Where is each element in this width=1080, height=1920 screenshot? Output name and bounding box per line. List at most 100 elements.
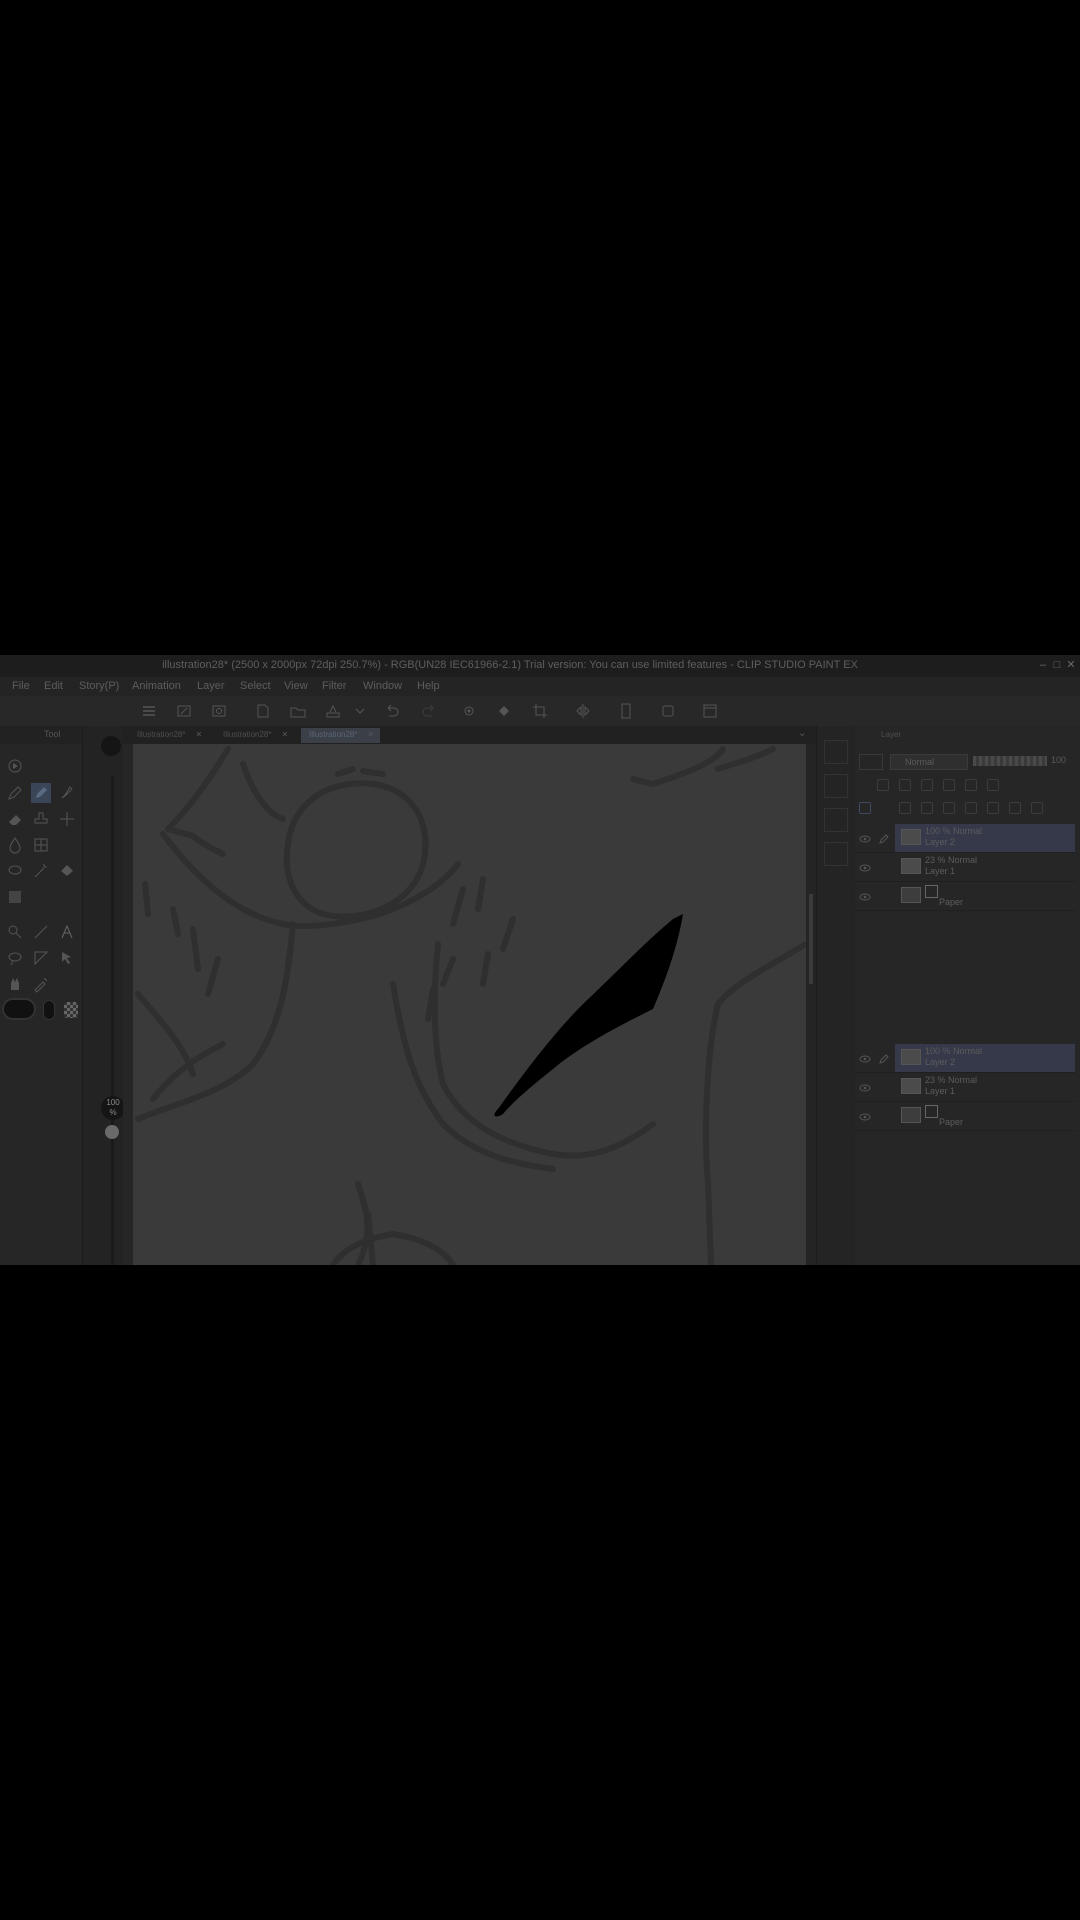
crop-icon[interactable] xyxy=(531,702,549,720)
eyedropper-icon[interactable] xyxy=(31,974,51,994)
lasso-icon[interactable] xyxy=(5,861,25,881)
blend-icon[interactable] xyxy=(5,835,25,855)
settings-gear-icon[interactable] xyxy=(460,702,478,720)
doc-tab-3-label: Illustration28* xyxy=(309,730,358,739)
undo-icon[interactable] xyxy=(383,702,401,720)
new-vector-layer-icon[interactable] xyxy=(921,802,933,814)
layer-mask-icon[interactable] xyxy=(1009,802,1021,814)
hamburger-menu-icon[interactable] xyxy=(140,702,158,720)
menu-help[interactable]: Help xyxy=(417,680,440,692)
menu-story[interactable]: Story(P) xyxy=(79,680,119,692)
save-icon[interactable] xyxy=(324,702,342,720)
layer-row[interactable]: 100 % Normal Layer 2 xyxy=(855,1044,1075,1073)
transparent-color-swatch[interactable] xyxy=(64,1002,78,1018)
hand-icon[interactable] xyxy=(5,974,25,994)
flip-horizontal-icon[interactable] xyxy=(574,702,592,720)
scrollbar-thumb[interactable] xyxy=(809,894,813,984)
material-icon[interactable] xyxy=(824,842,848,866)
window-icon[interactable] xyxy=(701,702,719,720)
close-icon[interactable]: ✕ xyxy=(1064,658,1078,672)
balloon-icon[interactable] xyxy=(5,948,25,968)
merge-layer-icon[interactable] xyxy=(987,802,999,814)
magic-wand-icon[interactable] xyxy=(31,861,51,881)
close-tab-icon[interactable]: ✕ xyxy=(281,730,288,739)
layer-row[interactable]: Paper xyxy=(855,882,1075,911)
eye-icon[interactable] xyxy=(859,861,871,873)
clip-studio-icon[interactable] xyxy=(175,702,193,720)
eye-icon[interactable] xyxy=(859,832,871,844)
menu-animation[interactable]: Animation xyxy=(132,680,181,692)
menu-window[interactable]: Window xyxy=(363,680,402,692)
layer-opacity-slider[interactable] xyxy=(973,756,1047,766)
line-icon[interactable] xyxy=(31,922,51,942)
assets-icon[interactable] xyxy=(210,702,228,720)
grid-icon[interactable] xyxy=(31,835,51,855)
doc-tab-1[interactable]: Illustration28* ✕ xyxy=(129,728,208,743)
layer-view-icon[interactable] xyxy=(859,802,871,814)
text-icon[interactable] xyxy=(57,922,77,942)
layer-type-dropdown[interactable] xyxy=(859,754,883,770)
eraser-icon[interactable] xyxy=(5,809,25,829)
close-tab-icon[interactable]: ✕ xyxy=(195,730,202,739)
close-tab-icon[interactable]: ✕ xyxy=(367,730,374,739)
stamp-icon[interactable] xyxy=(31,809,51,829)
pen-icon[interactable] xyxy=(5,783,25,803)
sub-color-swatch[interactable] xyxy=(43,1000,55,1020)
minimize-icon[interactable]: – xyxy=(1036,658,1050,672)
new-raster-layer-icon[interactable] xyxy=(899,802,911,814)
drawing-canvas[interactable] xyxy=(133,744,806,1265)
save-dropdown-chevron-down-icon[interactable] xyxy=(351,702,369,720)
eye-icon[interactable] xyxy=(859,1110,871,1122)
menu-view[interactable]: View xyxy=(284,680,308,692)
pencil-icon[interactable] xyxy=(31,783,51,803)
object-select-icon[interactable] xyxy=(57,948,77,968)
doc-tab-3[interactable]: Illustration28* ✕ xyxy=(301,728,381,743)
lock-icon[interactable] xyxy=(877,779,889,791)
companion-icon[interactable] xyxy=(659,702,677,720)
frame-border-icon[interactable] xyxy=(31,948,51,968)
menu-file[interactable]: File xyxy=(12,680,30,692)
layer-property-icon[interactable] xyxy=(824,774,848,798)
eye-icon[interactable] xyxy=(859,890,871,902)
layer-row[interactable]: Paper xyxy=(855,1102,1075,1131)
new-file-icon[interactable] xyxy=(254,702,272,720)
maximize-icon[interactable]: □ xyxy=(1050,658,1064,672)
layer-tab-label[interactable]: Layer xyxy=(881,730,901,739)
zoom-icon[interactable] xyxy=(5,922,25,942)
gradient-icon[interactable] xyxy=(5,887,25,907)
blend-mode-dropdown[interactable]: Normal xyxy=(890,754,968,770)
new-folder-icon[interactable] xyxy=(943,802,955,814)
reference-icon[interactable] xyxy=(921,779,933,791)
main-color-swatch[interactable] xyxy=(2,998,36,1020)
layer-row[interactable]: 100 % Normal Layer 2 xyxy=(855,824,1075,853)
fill-icon[interactable] xyxy=(495,702,513,720)
navigator-icon[interactable] xyxy=(824,808,848,832)
palette-color-icon[interactable] xyxy=(965,779,977,791)
menu-layer[interactable]: Layer xyxy=(197,680,225,692)
transfer-layer-icon[interactable] xyxy=(965,802,977,814)
brush-icon[interactable] xyxy=(57,783,77,803)
eye-icon[interactable] xyxy=(859,1081,871,1093)
move-icon[interactable] xyxy=(57,809,77,829)
mask-icon[interactable] xyxy=(987,779,999,791)
brush-size-track[interactable] xyxy=(111,776,114,1265)
doc-tab-2[interactable]: Illustration28* ✕ xyxy=(215,728,294,743)
open-folder-icon[interactable] xyxy=(289,702,307,720)
menu-filter[interactable]: Filter xyxy=(322,680,346,692)
fill-bucket-icon[interactable] xyxy=(57,861,77,881)
operation-icon[interactable] xyxy=(5,756,25,776)
clip-icon[interactable] xyxy=(899,779,911,791)
layer-row[interactable]: 23 % Normal Layer 1 xyxy=(855,1073,1075,1102)
canvas-vertical-scrollbar[interactable] xyxy=(806,744,816,1265)
device-icon[interactable] xyxy=(617,702,635,720)
tabs-chevron-down-icon[interactable]: ⌄ xyxy=(798,728,806,739)
menu-edit[interactable]: Edit xyxy=(44,680,63,692)
sub-tool-detail-icon[interactable] xyxy=(824,740,848,764)
menu-select[interactable]: Select xyxy=(240,680,271,692)
brush-size-slider-knob[interactable] xyxy=(105,1125,119,1139)
draft-icon[interactable] xyxy=(943,779,955,791)
delete-layer-icon[interactable] xyxy=(1031,802,1043,814)
eye-icon[interactable] xyxy=(859,1052,871,1064)
layer-row[interactable]: 23 % Normal Layer 1 xyxy=(855,853,1075,882)
redo-icon[interactable] xyxy=(420,702,438,720)
